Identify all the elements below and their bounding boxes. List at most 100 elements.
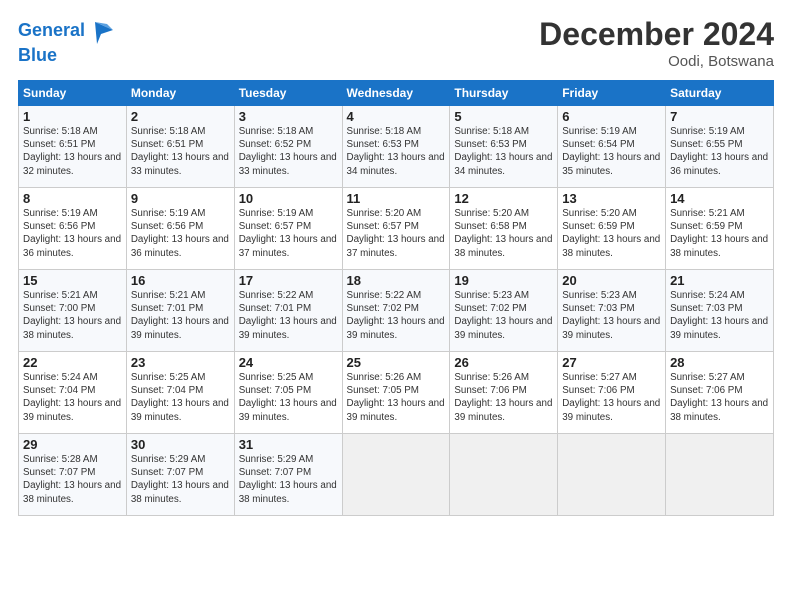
calendar-cell: 16Sunrise: 5:21 AMSunset: 7:01 PMDayligh… [126, 270, 234, 352]
logo-general: General [18, 20, 85, 40]
cell-info: Sunrise: 5:24 AMSunset: 7:04 PMDaylight:… [23, 371, 122, 424]
day-number: 20 [562, 273, 661, 288]
calendar-cell: 27Sunrise: 5:27 AMSunset: 7:06 PMDayligh… [558, 352, 666, 434]
calendar-cell: 9Sunrise: 5:19 AMSunset: 6:56 PMDaylight… [126, 188, 234, 270]
header: General Blue December 2024 Oodi, Botswan… [18, 16, 774, 70]
day-number: 27 [562, 355, 661, 370]
cell-info: Sunrise: 5:22 AMSunset: 7:02 PMDaylight:… [347, 289, 446, 342]
day-number: 18 [347, 273, 446, 288]
cell-info: Sunrise: 5:29 AMSunset: 7:07 PMDaylight:… [239, 453, 338, 506]
calendar-cell: 26Sunrise: 5:26 AMSunset: 7:06 PMDayligh… [450, 352, 558, 434]
cell-info: Sunrise: 5:20 AMSunset: 6:59 PMDaylight:… [562, 207, 661, 260]
day-number: 24 [239, 355, 338, 370]
cell-info: Sunrise: 5:21 AMSunset: 6:59 PMDaylight:… [670, 207, 769, 260]
cell-info: Sunrise: 5:21 AMSunset: 7:01 PMDaylight:… [131, 289, 230, 342]
day-number: 9 [131, 191, 230, 206]
calendar-week-3: 15Sunrise: 5:21 AMSunset: 7:00 PMDayligh… [19, 270, 774, 352]
day-number: 25 [347, 355, 446, 370]
location: Oodi, Botswana [539, 53, 774, 70]
cell-info: Sunrise: 5:25 AMSunset: 7:04 PMDaylight:… [131, 371, 230, 424]
cell-info: Sunrise: 5:29 AMSunset: 7:07 PMDaylight:… [131, 453, 230, 506]
cell-info: Sunrise: 5:18 AMSunset: 6:53 PMDaylight:… [347, 125, 446, 178]
cell-info: Sunrise: 5:23 AMSunset: 7:02 PMDaylight:… [454, 289, 553, 342]
day-number: 16 [131, 273, 230, 288]
day-number: 29 [23, 437, 122, 452]
calendar-table: SundayMondayTuesdayWednesdayThursdayFrid… [18, 80, 774, 516]
calendar-cell: 7Sunrise: 5:19 AMSunset: 6:55 PMDaylight… [666, 106, 774, 188]
col-header-friday: Friday [558, 81, 666, 106]
calendar-cell: 31Sunrise: 5:29 AMSunset: 7:07 PMDayligh… [234, 434, 342, 516]
day-number: 21 [670, 273, 769, 288]
calendar-week-2: 8Sunrise: 5:19 AMSunset: 6:56 PMDaylight… [19, 188, 774, 270]
calendar-cell: 18Sunrise: 5:22 AMSunset: 7:02 PMDayligh… [342, 270, 450, 352]
calendar-cell: 29Sunrise: 5:28 AMSunset: 7:07 PMDayligh… [19, 434, 127, 516]
calendar-cell: 23Sunrise: 5:25 AMSunset: 7:04 PMDayligh… [126, 352, 234, 434]
calendar-cell: 1Sunrise: 5:18 AMSunset: 6:51 PMDaylight… [19, 106, 127, 188]
day-number: 5 [454, 109, 553, 124]
col-header-tuesday: Tuesday [234, 81, 342, 106]
cell-info: Sunrise: 5:23 AMSunset: 7:03 PMDaylight:… [562, 289, 661, 342]
cell-info: Sunrise: 5:18 AMSunset: 6:52 PMDaylight:… [239, 125, 338, 178]
day-number: 2 [131, 109, 230, 124]
day-number: 19 [454, 273, 553, 288]
logo-icon [87, 16, 117, 46]
calendar-cell: 6Sunrise: 5:19 AMSunset: 6:54 PMDaylight… [558, 106, 666, 188]
calendar-cell: 10Sunrise: 5:19 AMSunset: 6:57 PMDayligh… [234, 188, 342, 270]
cell-info: Sunrise: 5:19 AMSunset: 6:55 PMDaylight:… [670, 125, 769, 178]
col-header-sunday: Sunday [19, 81, 127, 106]
day-number: 23 [131, 355, 230, 370]
calendar-cell: 2Sunrise: 5:18 AMSunset: 6:51 PMDaylight… [126, 106, 234, 188]
day-number: 17 [239, 273, 338, 288]
calendar-cell: 3Sunrise: 5:18 AMSunset: 6:52 PMDaylight… [234, 106, 342, 188]
day-number: 28 [670, 355, 769, 370]
calendar-week-5: 29Sunrise: 5:28 AMSunset: 7:07 PMDayligh… [19, 434, 774, 516]
calendar-cell: 14Sunrise: 5:21 AMSunset: 6:59 PMDayligh… [666, 188, 774, 270]
calendar-header-row: SundayMondayTuesdayWednesdayThursdayFrid… [19, 81, 774, 106]
cell-info: Sunrise: 5:18 AMSunset: 6:53 PMDaylight:… [454, 125, 553, 178]
calendar-week-1: 1Sunrise: 5:18 AMSunset: 6:51 PMDaylight… [19, 106, 774, 188]
cell-info: Sunrise: 5:21 AMSunset: 7:00 PMDaylight:… [23, 289, 122, 342]
calendar-cell: 30Sunrise: 5:29 AMSunset: 7:07 PMDayligh… [126, 434, 234, 516]
day-number: 30 [131, 437, 230, 452]
logo: General Blue [18, 16, 117, 66]
logo-blue: Blue [18, 46, 117, 66]
cell-info: Sunrise: 5:27 AMSunset: 7:06 PMDaylight:… [562, 371, 661, 424]
calendar-cell: 21Sunrise: 5:24 AMSunset: 7:03 PMDayligh… [666, 270, 774, 352]
cell-info: Sunrise: 5:27 AMSunset: 7:06 PMDaylight:… [670, 371, 769, 424]
cell-info: Sunrise: 5:19 AMSunset: 6:57 PMDaylight:… [239, 207, 338, 260]
day-number: 7 [670, 109, 769, 124]
cell-info: Sunrise: 5:20 AMSunset: 6:57 PMDaylight:… [347, 207, 446, 260]
title-block: December 2024 Oodi, Botswana [539, 16, 774, 70]
cell-info: Sunrise: 5:25 AMSunset: 7:05 PMDaylight:… [239, 371, 338, 424]
day-number: 11 [347, 191, 446, 206]
col-header-thursday: Thursday [450, 81, 558, 106]
calendar-cell [666, 434, 774, 516]
calendar-cell: 20Sunrise: 5:23 AMSunset: 7:03 PMDayligh… [558, 270, 666, 352]
day-number: 6 [562, 109, 661, 124]
calendar-cell: 12Sunrise: 5:20 AMSunset: 6:58 PMDayligh… [450, 188, 558, 270]
cell-info: Sunrise: 5:24 AMSunset: 7:03 PMDaylight:… [670, 289, 769, 342]
col-header-monday: Monday [126, 81, 234, 106]
cell-info: Sunrise: 5:22 AMSunset: 7:01 PMDaylight:… [239, 289, 338, 342]
calendar-cell: 19Sunrise: 5:23 AMSunset: 7:02 PMDayligh… [450, 270, 558, 352]
page: General Blue December 2024 Oodi, Botswan… [0, 0, 792, 532]
cell-info: Sunrise: 5:18 AMSunset: 6:51 PMDaylight:… [131, 125, 230, 178]
day-number: 26 [454, 355, 553, 370]
month-title: December 2024 [539, 16, 774, 53]
cell-info: Sunrise: 5:20 AMSunset: 6:58 PMDaylight:… [454, 207, 553, 260]
day-number: 8 [23, 191, 122, 206]
cell-info: Sunrise: 5:26 AMSunset: 7:05 PMDaylight:… [347, 371, 446, 424]
cell-info: Sunrise: 5:26 AMSunset: 7:06 PMDaylight:… [454, 371, 553, 424]
cell-info: Sunrise: 5:19 AMSunset: 6:56 PMDaylight:… [23, 207, 122, 260]
calendar-cell: 24Sunrise: 5:25 AMSunset: 7:05 PMDayligh… [234, 352, 342, 434]
calendar-cell [450, 434, 558, 516]
calendar-cell: 8Sunrise: 5:19 AMSunset: 6:56 PMDaylight… [19, 188, 127, 270]
calendar-week-4: 22Sunrise: 5:24 AMSunset: 7:04 PMDayligh… [19, 352, 774, 434]
day-number: 4 [347, 109, 446, 124]
day-number: 10 [239, 191, 338, 206]
calendar-cell [558, 434, 666, 516]
calendar-cell: 17Sunrise: 5:22 AMSunset: 7:01 PMDayligh… [234, 270, 342, 352]
col-header-saturday: Saturday [666, 81, 774, 106]
day-number: 15 [23, 273, 122, 288]
cell-info: Sunrise: 5:19 AMSunset: 6:56 PMDaylight:… [131, 207, 230, 260]
